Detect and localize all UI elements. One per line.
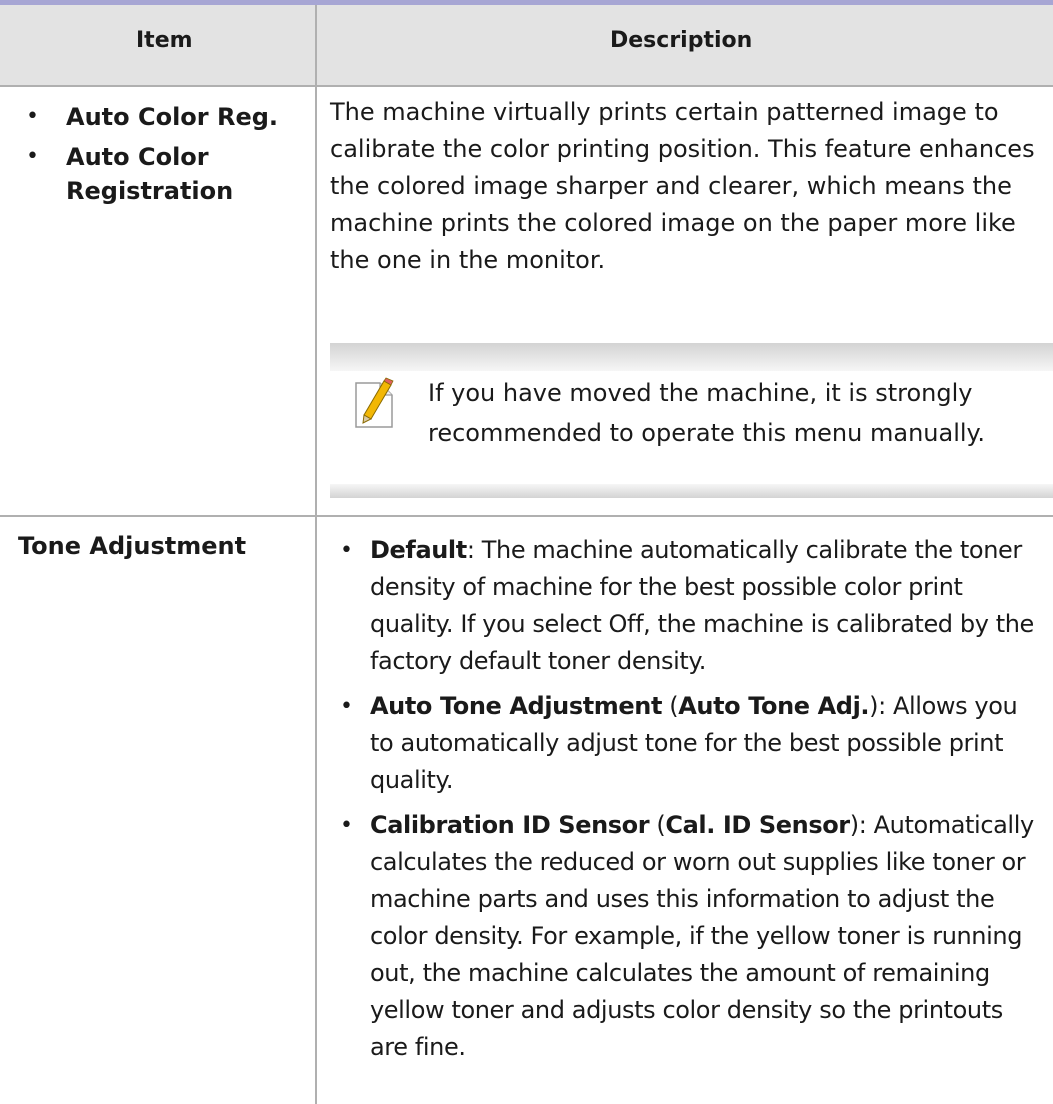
item-label: Auto Color Registration [66, 143, 234, 205]
list-item: • Auto Color Registration [26, 140, 311, 208]
term-description: Automatically calculates the reduced or … [370, 811, 1034, 1061]
bullet: • [340, 694, 353, 719]
term: Auto Tone Adjustment [370, 692, 663, 720]
bullet: • [340, 538, 353, 563]
term: Calibration ID Sensor [370, 811, 650, 839]
row2-description-list: • Default: The machine automatically cal… [330, 532, 1046, 1074]
header-item: Item [136, 28, 193, 53]
list-item: • Calibration ID Sensor (Cal. ID Sensor)… [330, 807, 1046, 1066]
column-divider [315, 5, 317, 1104]
list-item: • Auto Color Reg. [26, 100, 311, 134]
row1-description: The machine virtually prints certain pat… [330, 98, 1035, 274]
row2-item-label: Tone Adjustment [18, 532, 247, 560]
list-item: • Default: The machine automatically cal… [330, 532, 1046, 680]
term: Default [370, 536, 467, 564]
term-abbreviation: Auto Tone Adj. [678, 692, 870, 720]
note-top-bar [330, 343, 1053, 371]
row-divider [0, 515, 1053, 517]
separator: : [466, 536, 482, 564]
header-description: Description [610, 28, 753, 53]
bullet: • [26, 144, 39, 169]
row1-item-list: • Auto Color Reg. • Auto Color Registrat… [26, 100, 311, 214]
term-abbreviation: Cal. ID Sensor [665, 811, 850, 839]
note-box: If you have moved the machine, it is str… [330, 343, 1053, 498]
header-divider [0, 85, 1053, 87]
note-pencil-icon [355, 377, 394, 428]
list-item: • Auto Tone Adjustment (Auto Tone Adj.):… [330, 688, 1046, 799]
bullet: • [26, 104, 39, 129]
note-bottom-bar [330, 484, 1053, 498]
note-text: If you have moved the machine, it is str… [428, 379, 985, 447]
bullet: • [340, 813, 353, 838]
item-label: Auto Color Reg. [66, 103, 279, 131]
